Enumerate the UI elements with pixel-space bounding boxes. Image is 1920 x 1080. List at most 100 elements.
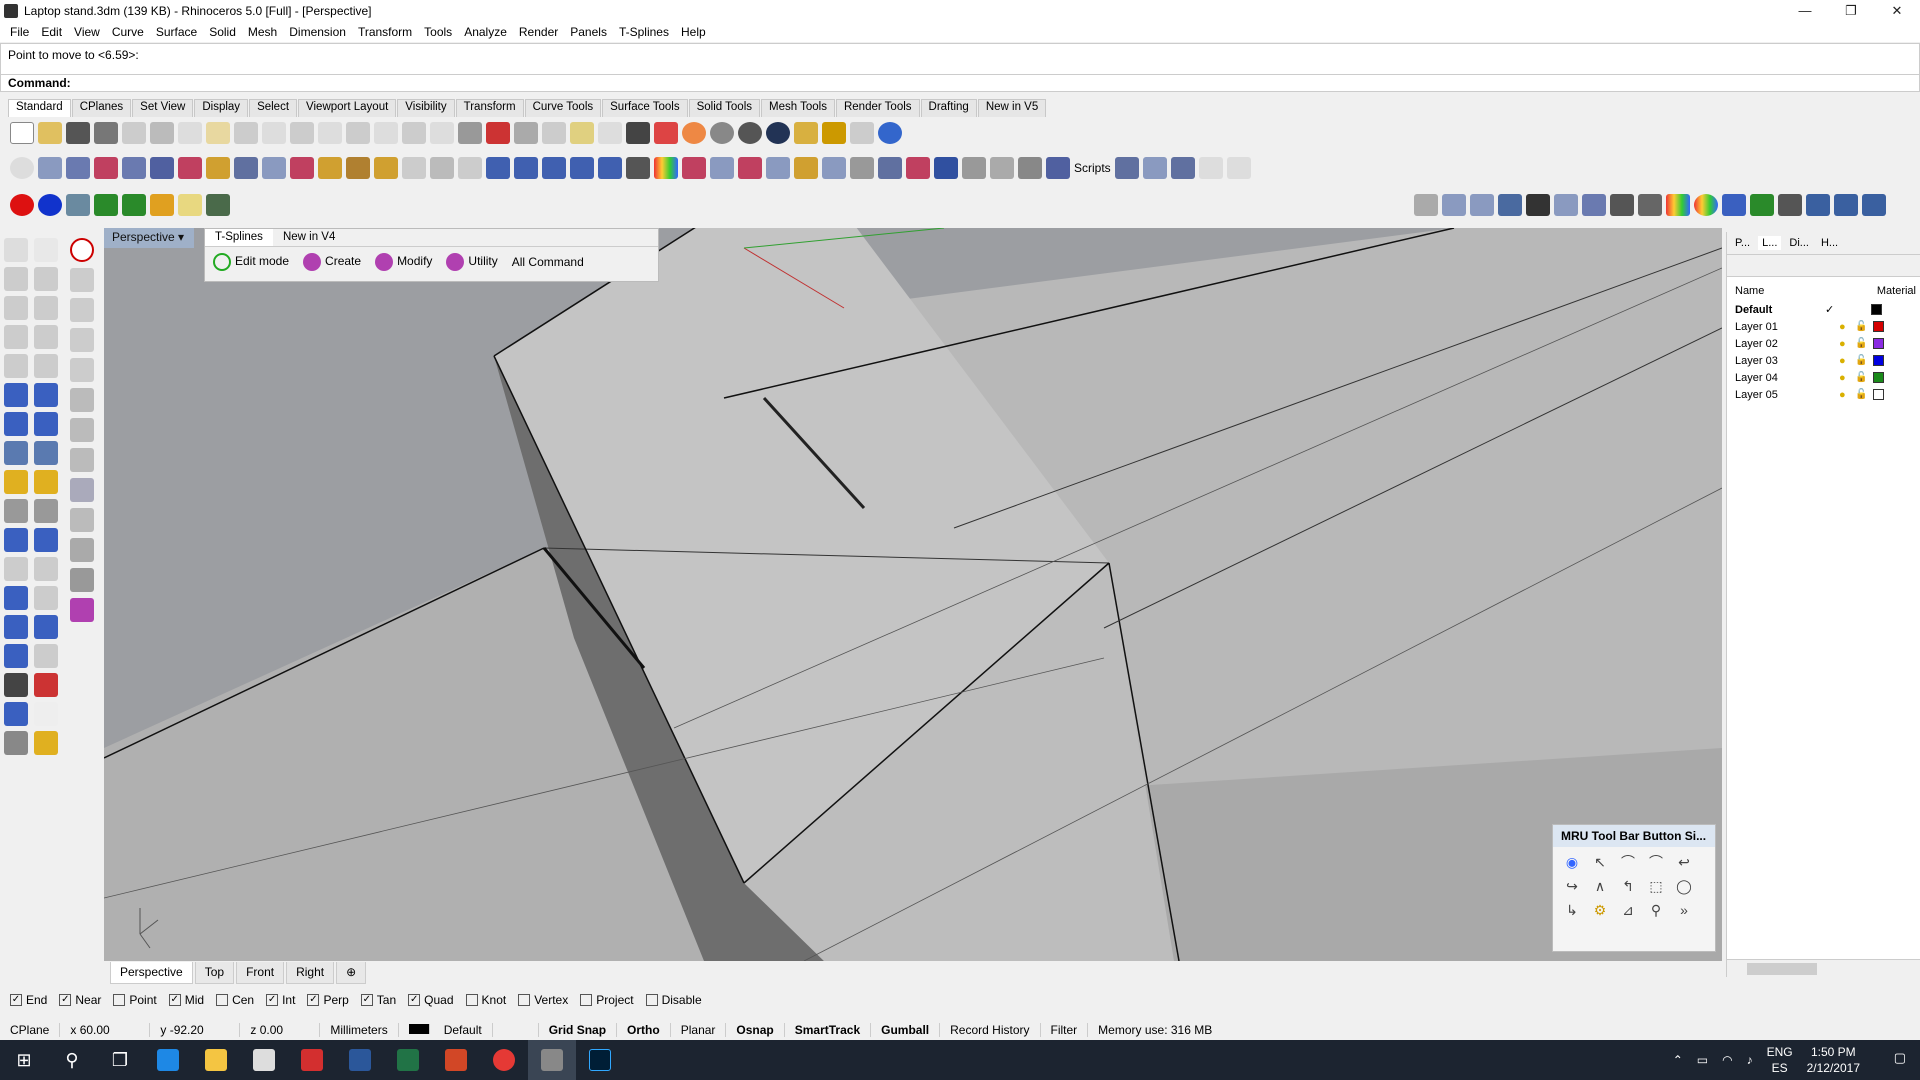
filter-toggle[interactable]: Filter xyxy=(1041,1023,1089,1037)
tab-drafting[interactable]: Drafting xyxy=(920,99,977,117)
show-hidden-icon[interactable]: ⌃ xyxy=(1673,1053,1683,1067)
utility-button[interactable]: Utility xyxy=(446,253,498,271)
dimension-icon[interactable] xyxy=(850,122,874,144)
layer-icon[interactable] xyxy=(654,122,678,144)
osnap-int[interactable]: ✓ Int xyxy=(266,993,295,1007)
horizontal-scrollbar[interactable] xyxy=(1727,959,1920,977)
clock[interactable]: 1:50 PM 2/12/2017 xyxy=(1807,1044,1860,1076)
scrollbar-thumb[interactable] xyxy=(1747,963,1817,975)
osnap-disable[interactable]: Disable xyxy=(645,993,702,1007)
layer-row-default[interactable]: Default ✓ xyxy=(1727,301,1920,318)
analyze-icon[interactable] xyxy=(4,702,28,726)
arc-recent-icon[interactable]: ⌒ xyxy=(1619,853,1637,871)
open-file-icon[interactable] xyxy=(38,122,62,144)
powerpoint-icon[interactable] xyxy=(432,1040,480,1080)
tsplines-grid-5-icon[interactable] xyxy=(598,157,622,179)
gumball-toggle[interactable]: Gumball xyxy=(871,1023,941,1037)
rendered-sphere-icon[interactable] xyxy=(738,122,762,144)
shaded-sphere-icon[interactable] xyxy=(710,122,734,144)
menu-surface[interactable]: Surface xyxy=(150,25,203,39)
menu-help[interactable]: Help xyxy=(675,25,712,39)
scale-icon[interactable] xyxy=(34,557,58,581)
tab-curve-tools[interactable]: Curve Tools xyxy=(524,99,602,117)
save-icon[interactable] xyxy=(66,122,90,144)
tab-surface-tools[interactable]: Surface Tools xyxy=(602,99,688,117)
menu-tools[interactable]: Tools xyxy=(418,25,458,39)
tab-solid-tools[interactable]: Solid Tools xyxy=(688,99,760,117)
menu-transform[interactable]: Transform xyxy=(352,25,418,39)
name-column-header[interactable]: Name xyxy=(1735,285,1764,297)
tsplines-tool-9-icon[interactable] xyxy=(262,157,286,179)
tab-visibility[interactable]: Visibility xyxy=(397,99,455,117)
menu-solid[interactable]: Solid xyxy=(203,25,242,39)
copy-tool-icon[interactable] xyxy=(34,528,58,552)
sweep-icon[interactable] xyxy=(34,441,58,465)
osnap-toggle[interactable]: Osnap xyxy=(726,1023,785,1037)
menu-analyze[interactable]: Analyze xyxy=(458,25,513,39)
task-view-icon[interactable]: ❐ xyxy=(96,1040,144,1080)
display-tab[interactable]: Di... xyxy=(1785,236,1813,250)
t-tool-3-icon[interactable] xyxy=(70,328,94,352)
tsplines-grid-3-icon[interactable] xyxy=(542,157,566,179)
action-center-icon[interactable]: ▢ xyxy=(1894,1050,1906,1066)
unlock-icon[interactable]: 🔓 xyxy=(1855,355,1867,366)
cylinder-tool-icon[interactable] xyxy=(4,441,28,465)
view-tab-perspective[interactable]: Perspective xyxy=(110,962,193,984)
viewport-label[interactable]: Perspective ▾ xyxy=(104,228,194,248)
tsplines-grid-6-icon[interactable] xyxy=(626,157,650,179)
check-icon[interactable] xyxy=(34,702,58,726)
file-explorer-icon[interactable] xyxy=(192,1040,240,1080)
tsplines-tool-13-icon[interactable] xyxy=(374,157,398,179)
dimension-tool-icon[interactable] xyxy=(34,586,58,610)
properties-icon[interactable] xyxy=(794,122,818,144)
tsplines-tool-16-icon[interactable] xyxy=(458,157,482,179)
tsplines-tool-14-icon[interactable] xyxy=(402,157,426,179)
t-tool-7-icon[interactable] xyxy=(70,448,94,472)
tsplines-tool-21-icon[interactable] xyxy=(794,157,818,179)
tsplines-tool-10-icon[interactable] xyxy=(290,157,314,179)
planar-toggle[interactable]: Planar xyxy=(671,1023,727,1037)
right-tool-14-icon[interactable] xyxy=(1778,194,1802,216)
gift-app-icon[interactable] xyxy=(288,1040,336,1080)
split-icon[interactable] xyxy=(34,499,58,523)
command-input[interactable]: Command: xyxy=(0,74,1920,92)
light-icon[interactable] xyxy=(598,122,622,144)
unlock-icon[interactable]: 🔓 xyxy=(1855,372,1867,383)
tsplines-tool-18-icon[interactable] xyxy=(710,157,734,179)
boolean-icon[interactable] xyxy=(4,470,28,494)
layer-color-swatch[interactable] xyxy=(1873,355,1884,366)
light-tool-icon[interactable] xyxy=(34,731,58,755)
perspective-viewport[interactable]: Perspective ▾ T-Splines New in V4 Edit m… xyxy=(104,228,1722,961)
add-view-tab-icon[interactable]: ⊕ xyxy=(336,962,367,984)
tab-new-in-v4[interactable]: New in V4 xyxy=(273,229,345,246)
tsplines-tool-15-icon[interactable] xyxy=(430,157,454,179)
osnap-cen[interactable]: Cen xyxy=(216,993,254,1007)
right-tool-13-icon[interactable] xyxy=(1750,194,1774,216)
cplane-icon[interactable] xyxy=(542,122,566,144)
osnap-knot[interactable]: Knot xyxy=(465,993,506,1007)
tsplines-tool-17-icon[interactable] xyxy=(682,157,706,179)
frame-icon[interactable] xyxy=(178,194,202,216)
circle-icon[interactable] xyxy=(4,296,28,320)
zoom-icon[interactable] xyxy=(318,122,342,144)
pan-icon[interactable] xyxy=(262,122,286,144)
help-tab[interactable]: H... xyxy=(1817,236,1842,250)
cut-icon[interactable] xyxy=(150,122,174,144)
unlock-icon[interactable]: 🔓 xyxy=(1855,389,1867,400)
t-tool-10-icon[interactable] xyxy=(70,538,94,562)
osnap-near[interactable]: ✓ Near xyxy=(59,993,101,1007)
tsplines-tool-4-icon[interactable] xyxy=(122,157,146,179)
osnap-project[interactable]: Project xyxy=(580,993,634,1007)
chrome-icon[interactable] xyxy=(480,1040,528,1080)
view-tab-top[interactable]: Top xyxy=(194,962,235,984)
bulb-icon[interactable]: ● xyxy=(1839,389,1851,401)
tab-select[interactable]: Select xyxy=(249,99,298,117)
cplane-label[interactable]: CPlane xyxy=(0,1023,61,1037)
fillet-icon[interactable] xyxy=(34,354,58,378)
right-tool-3-icon[interactable] xyxy=(1470,194,1494,216)
tsplines-tool-23-icon[interactable] xyxy=(850,157,874,179)
edit-mode-button[interactable]: Edit mode xyxy=(213,253,289,271)
blend-recent-icon[interactable]: ↳ xyxy=(1563,901,1581,919)
tsplines-tool-27-icon[interactable] xyxy=(962,157,986,179)
four-views-icon[interactable] xyxy=(458,122,482,144)
